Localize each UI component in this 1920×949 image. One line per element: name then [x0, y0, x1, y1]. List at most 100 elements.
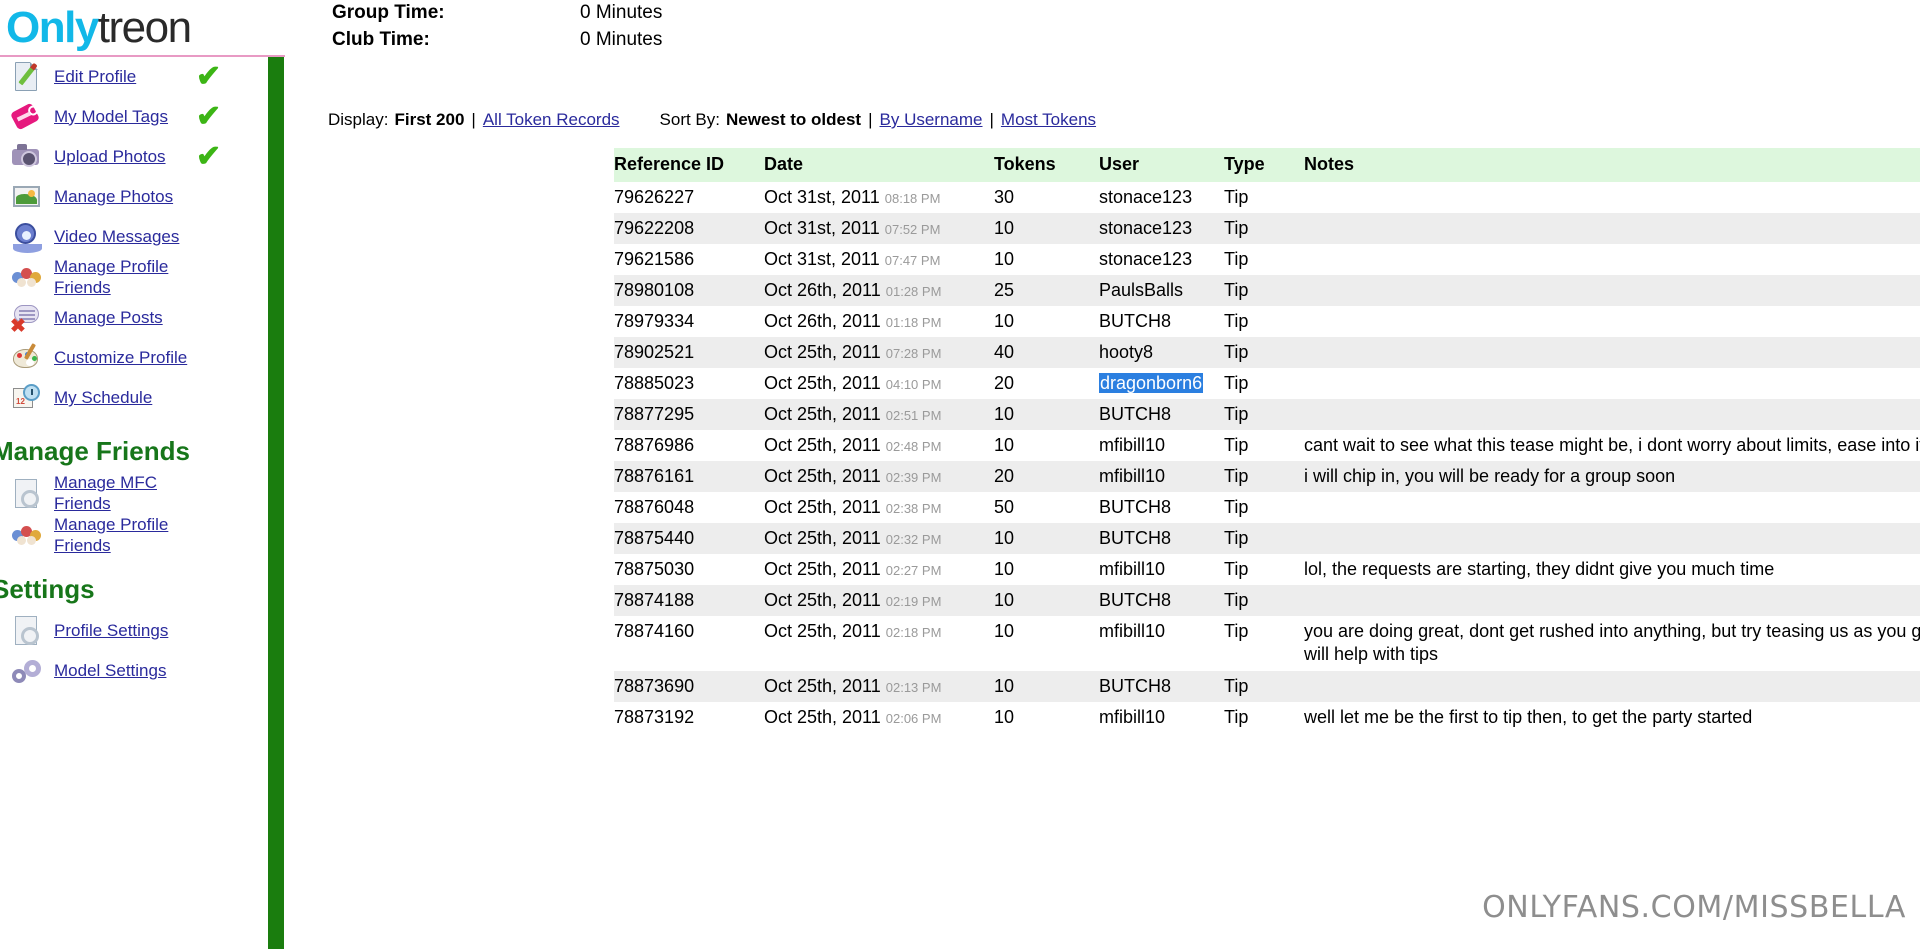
cell-type: Tip	[1224, 466, 1249, 487]
time-text: 02:18 PM	[885, 625, 942, 641]
sidebar-item-label: Video Messages	[54, 226, 180, 246]
table-row[interactable]: 78875030 Oct 25th, 2011 02:27 PM 10 mfibill…	[614, 554, 1920, 586]
date-text: Oct 25th, 2011	[764, 621, 886, 642]
sidebar-item-manage-profile-friends-2[interactable]: Manage Profile Friends	[0, 515, 268, 556]
column-header-user[interactable]: User	[1099, 148, 1224, 182]
sidebar-item-upload-photos[interactable]: Upload Photos ✔	[0, 137, 268, 177]
sidebar-item-label: My Schedule	[54, 388, 153, 408]
table-row[interactable]: 79622208 Oct 31st, 2011 07:52 PM 10 stonace…	[614, 213, 1920, 245]
cell-reference-id: 78980108	[614, 280, 695, 301]
cell-date: Oct 25th, 2011 02:39 PM	[764, 461, 994, 492]
sidebar-item-customize-profile[interactable]: Customize Profile	[0, 338, 268, 378]
sidebar-item-manage-mfc-friends[interactable]: Manage MFC Friends	[0, 473, 268, 514]
date-text: Oct 25th, 2011	[764, 404, 886, 425]
cell-user: mfibill10	[1099, 621, 1166, 642]
sidebar-item-manage-posts[interactable]: ✖ Manage Posts	[0, 298, 268, 338]
sidebar-item-manage-profile-friends[interactable]: Manage Profile Friends	[0, 257, 268, 298]
group-time-value: 0 Minutes	[580, 2, 663, 23]
table-row[interactable]: 78876048 Oct 25th, 2011 02:38 PM 50 BUTCH8 T…	[614, 492, 1920, 524]
date-text: Oct 31st, 2011	[764, 218, 885, 239]
table-row[interactable]: 78876986 Oct 25th, 2011 02:48 PM 10 mfibill…	[614, 430, 1920, 462]
date-text: Oct 31st, 2011	[764, 187, 885, 207]
cell-reference-id: 78876161	[614, 466, 695, 487]
column-header-notes[interactable]: Notes	[1304, 148, 1920, 182]
time-text: 02:32 PM	[885, 532, 942, 548]
cell-notes: you are doing great, dont get rushed int…	[1304, 621, 1920, 665]
table-row[interactable]: 78876161 Oct 25th, 2011 02:39 PM 20 mfibill…	[614, 461, 1920, 493]
time-text: 02:13 PM	[885, 679, 942, 695]
cell-date: Oct 26th, 2011 01:28 PM	[764, 275, 994, 306]
logo-part-treon: treon	[97, 2, 192, 52]
sidebar-item-my-schedule[interactable]: My Schedule	[0, 378, 268, 418]
sort-most-tokens-link[interactable]: Most Tokens	[1001, 110, 1096, 130]
sidebar-item-video-messages[interactable]: Video Messages	[0, 217, 268, 257]
separator: |	[989, 110, 994, 129]
group-time-label: Group Time:	[332, 2, 445, 23]
sidebar-item-profile-settings[interactable]: Profile Settings	[0, 611, 268, 651]
all-token-records-link[interactable]: All Token Records	[483, 110, 620, 130]
table-row[interactable]: 79626227 Oct 31st, 2011 08:18 PM 30 stonace…	[614, 182, 1920, 214]
sidebar-section-manage-friends: Manage Friends	[0, 436, 190, 467]
cell-type: Tip	[1224, 621, 1249, 642]
column-header-reference-id[interactable]: Reference ID	[614, 148, 764, 182]
column-header-date[interactable]: Date	[764, 148, 994, 182]
table-header-row: Reference ID Date Tokens User Type Notes	[614, 148, 1920, 182]
cell-type: Tip	[1224, 590, 1249, 611]
club-time-label: Club Time:	[332, 29, 430, 50]
table-row[interactable]: 79621586 Oct 31st, 2011 07:47 PM 10 stonace…	[614, 244, 1920, 276]
main-content: Group Time: 0 Minutes Club Time: 0 Minut…	[284, 0, 1920, 949]
sidebar-item-label: Customize Profile	[54, 348, 188, 368]
column-header-tokens[interactable]: Tokens	[994, 148, 1099, 182]
table-row[interactable]: 78877295 Oct 25th, 2011 02:51 PM 10 BUTCH8 T…	[614, 399, 1920, 431]
cell-type: Tip	[1224, 218, 1249, 239]
table-row[interactable]: 78873690 Oct 25th, 2011 02:13 PM 10 BUTCH8 T…	[614, 670, 1920, 702]
cell-date: Oct 25th, 2011 07:28 PM	[764, 337, 994, 368]
cell-type: Tip	[1224, 706, 1249, 727]
cell-type: Tip	[1224, 311, 1249, 332]
sidebar-item-manage-photos[interactable]: Manage Photos	[0, 177, 268, 217]
picture-icon	[10, 180, 44, 214]
table-row[interactable]: 78874160 Oct 25th, 2011 02:18 PM 10 mfibill…	[614, 616, 1920, 671]
table-row[interactable]: 78980108 Oct 26th, 2011 01:28 PM 25 PaulsBa…	[614, 275, 1920, 307]
sidebar-item-label: Manage Photos	[54, 186, 174, 206]
date-text: Oct 25th, 2011	[764, 706, 886, 727]
cell-type: Tip	[1224, 249, 1249, 270]
group-time-row: Group Time: 0 Minutes	[332, 2, 662, 24]
sidebar-item-label: Manage Posts	[54, 308, 163, 328]
sidebar-item-model-settings[interactable]: Model Settings	[0, 651, 268, 691]
display-sort-controls: Display: First 200 | All Token Records S…	[328, 110, 1096, 130]
table-row[interactable]: 78873192 Oct 25th, 2011 02:06 PM 10 mfibill…	[614, 701, 1920, 733]
sidebar-item-my-model-tags[interactable]: My Model Tags ✔	[0, 97, 268, 137]
table-row[interactable]: 78979334 Oct 26th, 2011 01:18 PM 10 BUTCH8 T…	[614, 306, 1920, 338]
cell-user: mfibill10	[1099, 435, 1166, 456]
cell-tokens: 10	[994, 621, 1015, 642]
logo-text: Onlytreon	[0, 2, 192, 52]
time-text: 07:52 PM	[884, 222, 941, 238]
site-logo[interactable]: Onlytreon	[0, 0, 285, 57]
time-text: 01:28 PM	[885, 284, 942, 300]
club-time-value: 0 Minutes	[580, 29, 663, 50]
table-row[interactable]: 78885023 Oct 25th, 2011 04:10 PM 20 dragonb…	[614, 368, 1920, 400]
display-current-value: First 200	[394, 110, 465, 129]
cell-tokens: 10	[994, 435, 1015, 456]
time-summary: Group Time: 0 Minutes Club Time: 0 Minut…	[332, 2, 662, 56]
cell-reference-id: 78876048	[614, 497, 695, 518]
sort-by-username-link[interactable]: By Username	[880, 110, 983, 130]
table-row[interactable]: 78902521 Oct 25th, 2011 07:28 PM 40 hooty8 T…	[614, 337, 1920, 369]
cell-notes	[1304, 671, 1920, 702]
sidebar-item-label: Manage MFC Friends	[54, 473, 157, 514]
green-vertical-divider	[268, 57, 284, 949]
table-row[interactable]: 78874188 Oct 25th, 2011 02:19 PM 10 BUTCH8 T…	[614, 585, 1920, 617]
cell-notes	[1304, 182, 1920, 213]
date-text: Oct 25th, 2011	[764, 528, 886, 549]
table-row[interactable]: 78875440 Oct 25th, 2011 02:32 PM 10 BUTCH8 T…	[614, 523, 1920, 555]
date-text: Oct 25th, 2011	[764, 497, 886, 518]
cell-tokens: 25	[994, 280, 1015, 301]
column-header-type[interactable]: Type	[1224, 148, 1304, 182]
cell-reference-id: 78875440	[614, 528, 695, 549]
table-header: Reference ID Date Tokens User Type Notes	[614, 148, 1920, 182]
cell-user: mfibill10	[1099, 706, 1166, 727]
sidebar-item-edit-profile[interactable]: Edit Profile ✔	[0, 57, 268, 97]
cell-user: stonace123	[1099, 218, 1193, 239]
cell-user: BUTCH8	[1099, 404, 1172, 425]
